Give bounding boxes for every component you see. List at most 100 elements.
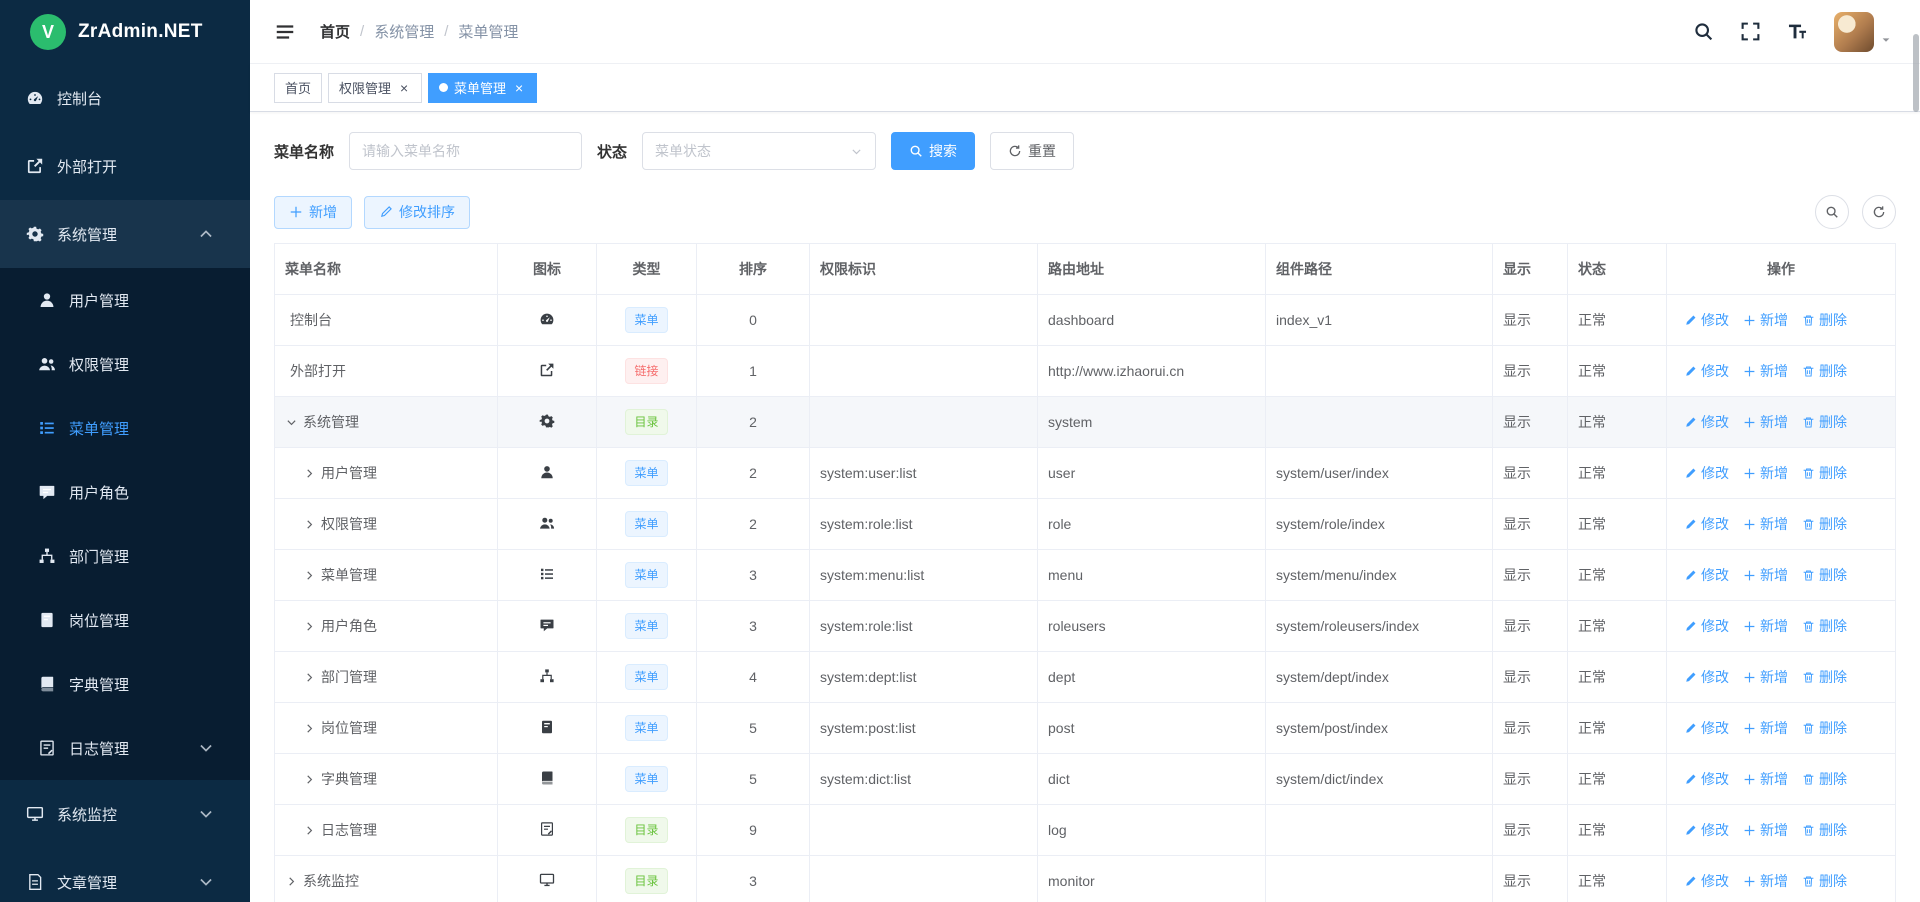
table-row[interactable]: 权限管理菜单2system:role:listrolesystem/role/i… [275,499,1896,550]
edit-link[interactable]: 修改 [1684,616,1729,636]
delete-icon [1802,773,1815,786]
search-icon [1825,205,1839,219]
delete-link[interactable]: 删除 [1802,361,1847,381]
sidebar-item[interactable]: 系统监控 [0,780,250,848]
breadcrumb-item[interactable]: 菜单管理 [458,21,518,42]
app-title: ZrAdmin.NET [78,21,203,43]
delete-link[interactable]: 删除 [1802,718,1847,738]
delete-link[interactable]: 删除 [1802,412,1847,432]
delete-link[interactable]: 删除 [1802,871,1847,891]
table-search-button[interactable] [1815,195,1849,229]
caret-down-icon[interactable] [1880,34,1892,46]
add-link[interactable]: 新增 [1743,871,1788,891]
close-tab-icon[interactable]: × [512,81,526,95]
add-link[interactable]: 新增 [1743,667,1788,687]
sidebar-item[interactable]: 控制台 [0,64,250,132]
sidebar-item[interactable]: 日志管理 [0,716,250,780]
breadcrumb-item[interactable]: 首页 [320,21,350,42]
sort-edit-button[interactable]: 修改排序 [364,196,470,229]
add-link[interactable]: 新增 [1743,310,1788,330]
users-icon [38,355,56,373]
scrollbar-thumb[interactable] [1913,34,1919,112]
user-avatar[interactable] [1834,12,1874,52]
user-role-icon [38,483,56,501]
add-button[interactable]: 新增 [274,196,352,229]
breadcrumb-item[interactable]: 系统管理 [374,21,434,42]
tab-item[interactable]: 菜单管理× [428,73,537,103]
fullscreen-icon[interactable] [1740,21,1761,42]
tab-item[interactable]: 权限管理× [328,73,422,103]
sidebar-item[interactable]: 用户角色 [0,460,250,524]
page-scrollbar[interactable] [1912,0,1920,902]
sidebar-item[interactable]: 外部打开 [0,132,250,200]
table-row[interactable]: 岗位管理菜单5system:post:listpostsystem/post/i… [275,703,1896,754]
delete-link[interactable]: 删除 [1802,820,1847,840]
edit-link[interactable]: 修改 [1684,514,1729,534]
tab-item[interactable]: 首页 [274,73,322,103]
search-button[interactable]: 搜索 [891,132,975,170]
delete-link[interactable]: 删除 [1802,514,1847,534]
sidebar-item[interactable]: 用户管理 [0,268,250,332]
search-icon[interactable] [1693,21,1714,42]
table-row[interactable]: 系统监控目录3monitor显示正常修改新增删除 [275,856,1896,902]
add-link[interactable]: 新增 [1743,616,1788,636]
edit-link[interactable]: 修改 [1684,310,1729,330]
app-logo[interactable]: V ZrAdmin.NET [0,0,250,64]
table-row[interactable]: 日志管理目录9log显示正常修改新增删除 [275,805,1896,856]
sidebar-item[interactable]: 权限管理 [0,332,250,396]
status-select[interactable]: 菜单状态 [642,132,876,170]
add-link[interactable]: 新增 [1743,463,1788,483]
add-link[interactable]: 新增 [1743,820,1788,840]
table-row[interactable]: 控制台菜单0dashboardindex_v1显示正常修改新增删除 [275,295,1896,346]
table-row[interactable]: 外部打开链接1http://www.izhaorui.cn显示正常修改新增删除 [275,346,1896,397]
column-header: 操作 [1667,244,1896,295]
sidebar-item[interactable]: 岗位管理 [0,588,250,652]
visible-cell: 显示 [1493,295,1568,346]
visible-cell: 显示 [1493,346,1568,397]
table-row[interactable]: 字典管理菜单5system:dict:listdictsystem/dict/i… [275,754,1896,805]
edit-icon [1684,824,1697,837]
table-row[interactable]: 系统管理目录2system显示正常修改新增删除 [275,397,1896,448]
column-header: 状态 [1568,244,1667,295]
table-row[interactable]: 部门管理菜单4system:dept:listdeptsystem/dept/i… [275,652,1896,703]
delete-link[interactable]: 删除 [1802,463,1847,483]
sidebar-item[interactable]: 菜单管理 [0,396,250,460]
menu-name: 系统管理 [303,412,359,432]
chevron-right-icon [303,671,316,684]
delete-link[interactable]: 删除 [1802,616,1847,636]
reset-button[interactable]: 重置 [990,132,1074,170]
edit-link[interactable]: 修改 [1684,820,1729,840]
sidebar-item[interactable]: 文章管理 [0,848,250,902]
hamburger-icon[interactable] [274,21,296,43]
component-cell: system/user/index [1266,448,1493,499]
add-link[interactable]: 新增 [1743,565,1788,585]
edit-link[interactable]: 修改 [1684,412,1729,432]
delete-link[interactable]: 删除 [1802,310,1847,330]
edit-link[interactable]: 修改 [1684,361,1729,381]
edit-link[interactable]: 修改 [1684,565,1729,585]
sidebar-item[interactable]: 系统管理 [0,200,250,268]
menu-name-input[interactable] [349,132,582,170]
table-row[interactable]: 用户管理菜单2system:user:listusersystem/user/i… [275,448,1896,499]
sidebar-item[interactable]: 部门管理 [0,524,250,588]
add-link[interactable]: 新增 [1743,718,1788,738]
add-link[interactable]: 新增 [1743,361,1788,381]
add-link[interactable]: 新增 [1743,514,1788,534]
delete-link[interactable]: 删除 [1802,769,1847,789]
sidebar-item[interactable]: 字典管理 [0,652,250,716]
add-link[interactable]: 新增 [1743,412,1788,432]
edit-link[interactable]: 修改 [1684,769,1729,789]
close-tab-icon[interactable]: × [397,81,411,95]
add-link[interactable]: 新增 [1743,769,1788,789]
edit-link[interactable]: 修改 [1684,463,1729,483]
edit-link[interactable]: 修改 [1684,667,1729,687]
table-refresh-button[interactable] [1862,195,1896,229]
font-size-icon[interactable] [1787,21,1808,42]
delete-link[interactable]: 删除 [1802,667,1847,687]
sort-cell: 3 [697,550,810,601]
edit-link[interactable]: 修改 [1684,871,1729,891]
table-row[interactable]: 用户角色菜单3system:role:listroleuserssystem/r… [275,601,1896,652]
edit-link[interactable]: 修改 [1684,718,1729,738]
delete-link[interactable]: 删除 [1802,565,1847,585]
table-row[interactable]: 菜单管理菜单3system:menu:listmenusystem/menu/i… [275,550,1896,601]
